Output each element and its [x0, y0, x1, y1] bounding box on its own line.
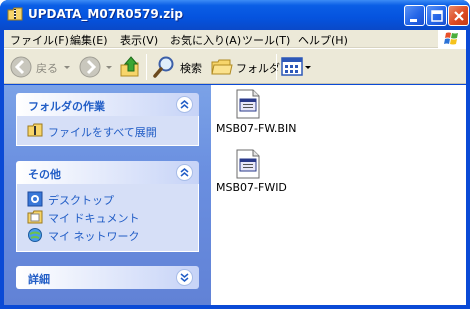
menu-tools[interactable]: ツール(T): [242, 32, 290, 48]
search-button[interactable]: 検索: [152, 53, 204, 81]
title-bar[interactable]: UPDATA_M07R0579.zip: [0, 0, 470, 30]
details-title: 詳細: [28, 273, 50, 286]
folder-tasks-title: フォルダの作業: [28, 100, 105, 113]
up-folder-button[interactable]: [118, 53, 142, 81]
toolbar-separator: [146, 54, 147, 80]
back-button[interactable]: 戻る: [9, 53, 61, 81]
file-item[interactable]: MSB07-FWID: [211, 145, 311, 200]
minimize-button[interactable]: [404, 5, 425, 26]
collapse-chevron-icon[interactable]: [176, 96, 193, 113]
views-button[interactable]: [280, 53, 311, 81]
windows-logo-icon: [438, 30, 466, 48]
menu-file[interactable]: ファイル(F): [10, 32, 69, 48]
folder-tasks-panel: フォルダの作業 ファイルをすべて展開: [16, 93, 199, 146]
folder-tasks-body: ファイルをすべて展開: [16, 116, 199, 146]
my-network-icon: [28, 228, 42, 242]
file-list: MSB07-FW.BIN MSB07-FWID: [211, 85, 466, 305]
other-places-header[interactable]: その他: [16, 161, 199, 184]
extract-folder-icon: [27, 123, 43, 137]
expand-chevron-icon[interactable]: [176, 269, 193, 286]
search-label: 検索: [180, 62, 202, 75]
folders-button[interactable]: フォルダ: [208, 53, 280, 81]
zip-folder-icon: [7, 7, 23, 21]
desktop-icon: [27, 191, 43, 207]
folders-icon: [211, 59, 233, 75]
task-extract-all-label: ファイルをすべて展開: [48, 126, 157, 139]
maximize-icon: [431, 10, 443, 22]
menu-bar: ファイル(F) 編集(E) 表示(V) お気に入り(A) ツール(T) ヘルプ(…: [4, 30, 466, 48]
task-pane: フォルダの作業 ファイルをすべて展開 その他 デスクトップ マイ ドキュメント …: [4, 85, 211, 305]
views-dropdown-icon: [305, 66, 311, 69]
details-header[interactable]: 詳細: [16, 266, 199, 289]
toolbar-separator: [276, 54, 277, 80]
my-documents-icon: [27, 210, 43, 224]
folders-label: フォルダ: [236, 62, 280, 75]
forward-arrow-icon: [79, 56, 101, 78]
file-name: MSB07-FW.BIN: [216, 122, 297, 135]
place-my-network-label: マイ ネットワーク: [48, 230, 140, 243]
minimize-icon: [410, 19, 417, 22]
search-icon: [153, 56, 174, 78]
menu-favorites[interactable]: お気に入り(A): [170, 32, 241, 48]
back-arrow-icon: [10, 56, 32, 78]
collapse-chevron-icon[interactable]: [176, 164, 193, 181]
forward-dropdown-icon[interactable]: [106, 66, 112, 69]
task-extract-all[interactable]: ファイルをすべて展開: [27, 122, 188, 140]
back-label: 戻る: [36, 62, 58, 75]
place-my-documents[interactable]: マイ ドキュメント: [27, 208, 188, 226]
menu-edit[interactable]: 編集(E): [70, 32, 108, 48]
window-title: UPDATA_M07R0579.zip: [28, 7, 183, 21]
place-my-documents-label: マイ ドキュメント: [48, 212, 140, 225]
forward-button[interactable]: [78, 53, 104, 81]
standard-toolbar: 戻る 検索 フォルダ: [4, 48, 466, 84]
folder-tasks-header[interactable]: フォルダの作業: [16, 93, 199, 116]
place-my-network[interactable]: マイ ネットワーク: [27, 226, 188, 244]
menu-view[interactable]: 表示(V): [120, 32, 158, 48]
back-dropdown-icon[interactable]: [64, 66, 70, 69]
views-icon: [281, 57, 303, 76]
menu-help[interactable]: ヘルプ(H): [298, 32, 348, 48]
other-places-title: その他: [28, 168, 61, 181]
maximize-button[interactable]: [426, 5, 447, 26]
up-folder-icon: [120, 56, 139, 77]
generic-file-icon: [236, 89, 260, 119]
details-panel: 詳細: [16, 266, 199, 289]
file-name: MSB07-FWID: [216, 181, 287, 194]
close-icon: [454, 11, 464, 21]
close-button[interactable]: [448, 5, 469, 26]
file-item[interactable]: MSB07-FW.BIN: [211, 85, 311, 140]
window-border: [0, 305, 470, 309]
explorer-window: UPDATA_M07R0579.zip ファイル(F) 編集(E) 表示(V) …: [0, 0, 470, 309]
generic-file-icon: [236, 149, 260, 179]
place-desktop-label: デスクトップ: [48, 194, 114, 207]
place-desktop[interactable]: デスクトップ: [27, 190, 188, 208]
other-places-body: デスクトップ マイ ドキュメント マイ ネットワーク: [16, 184, 199, 252]
other-places-panel: その他 デスクトップ マイ ドキュメント マイ ネットワーク: [16, 161, 199, 252]
